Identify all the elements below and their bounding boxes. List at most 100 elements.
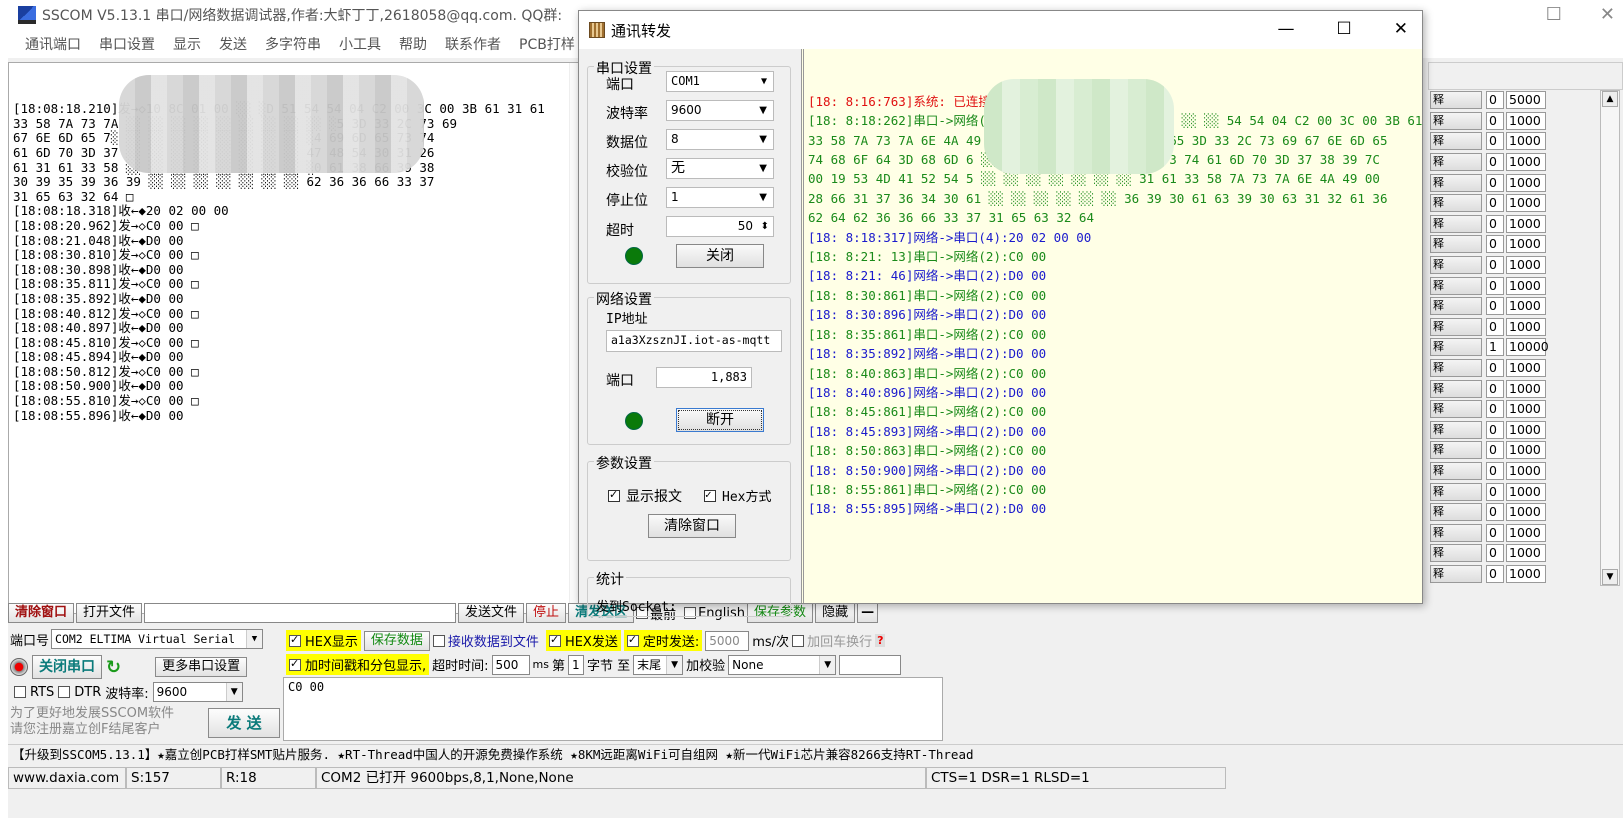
menu-item-multi-string[interactable]: 多字符串 (256, 34, 330, 54)
receive-area[interactable]: [18:08:18.210]发→◇10 8C 01 00 ░░ ░D 51 54… (8, 62, 586, 614)
multi-string-order-input[interactable]: 0 (1486, 297, 1504, 316)
menu-item-help[interactable]: 帮助 (390, 34, 436, 54)
byte-from-input[interactable]: 1 (568, 654, 584, 675)
checksum-select[interactable]: None ▼ (728, 654, 837, 675)
multi-string-order-input[interactable]: 0 (1486, 214, 1504, 233)
menu-item-pcb[interactable]: PCB打样 (510, 34, 584, 54)
stop-button[interactable]: 停止 (526, 603, 567, 623)
multi-string-delay-input[interactable]: 1000 (1506, 420, 1546, 439)
multi-string-order-input[interactable]: 0 (1486, 317, 1504, 336)
timeout-input[interactable]: 500 (491, 654, 530, 675)
multi-string-send-button[interactable]: 释 (1430, 441, 1482, 460)
multi-string-delay-input[interactable]: 1000 (1506, 256, 1546, 275)
multi-string-scrollbar[interactable]: ▲ ▼ (1600, 90, 1620, 586)
scroll-down-icon[interactable]: ▼ (1602, 569, 1618, 585)
multi-string-delay-input[interactable]: 1000 (1506, 503, 1546, 522)
multi-string-send-button[interactable]: 释 (1430, 297, 1482, 316)
hex-display-checkbox[interactable] (289, 633, 301, 647)
timed-interval-input[interactable]: 5000 (705, 630, 750, 651)
multi-string-send-button[interactable]: 释 (1430, 111, 1482, 130)
multi-string-order-input[interactable]: 0 (1486, 564, 1504, 583)
multi-string-delay-input[interactable]: 1000 (1506, 523, 1546, 542)
menu-item-serial-settings[interactable]: 串口设置 (90, 34, 164, 54)
dialog-parity-select[interactable]: 无 ▼ (666, 158, 774, 179)
multi-string-delay-input[interactable]: 1000 (1506, 379, 1546, 398)
multi-string-send-button[interactable]: 释 (1430, 461, 1482, 480)
multi-string-order-input[interactable]: 0 (1486, 503, 1504, 522)
multi-string-send-button[interactable]: 释 (1430, 544, 1482, 563)
multi-string-delay-input[interactable]: 1000 (1506, 564, 1546, 583)
multi-string-order-input[interactable]: 0 (1486, 194, 1504, 213)
multi-string-send-button[interactable]: 释 (1430, 153, 1482, 172)
hex-send-checkbox[interactable] (548, 633, 561, 647)
timestamp-checkbox[interactable] (289, 657, 301, 671)
save-data-button[interactable]: 保存数据 (363, 630, 430, 651)
multi-string-order-input[interactable]: 0 (1486, 420, 1504, 439)
multi-string-order-input[interactable]: 0 (1486, 91, 1504, 110)
disconnect-button[interactable]: 断开 (676, 408, 764, 432)
news-ticker[interactable]: 【升级到SSCOM5.13.1】★嘉立创PCB打样SMT贴片服务. ★RT-Th… (8, 744, 1623, 764)
multi-string-order-input[interactable]: 0 (1486, 400, 1504, 419)
multi-string-delay-input[interactable]: 5000 (1506, 91, 1546, 110)
send-input[interactable]: C0 00 (283, 677, 943, 741)
dtr-checkbox[interactable] (58, 686, 71, 698)
dialog-port-select[interactable]: COM1 ▼ (666, 71, 774, 92)
show-packets-checkbox[interactable] (608, 488, 620, 502)
multi-string-order-input[interactable]: 1 (1486, 338, 1504, 357)
multi-string-send-button[interactable]: 释 (1430, 379, 1482, 398)
menu-item-tools[interactable]: 小工具 (330, 34, 390, 54)
clear-window-button[interactable]: 清除窗口 (8, 603, 75, 623)
multi-string-delay-input[interactable]: 1000 (1506, 297, 1546, 316)
net-port-input[interactable]: 1,883 (656, 367, 752, 388)
port-select[interactable]: COM2 ELTIMA Virtual Serial ▼ (51, 629, 264, 649)
dialog-timeout-spinner[interactable]: 50 ⬍ (666, 216, 774, 237)
spinner-icon[interactable]: ⬍ (761, 217, 769, 236)
add-crlf-checkbox[interactable] (792, 634, 805, 647)
menu-item-display[interactable]: 显示 (164, 34, 210, 54)
multi-string-send-button[interactable]: 释 (1430, 173, 1482, 192)
ip-input[interactable]: a1a3XzsznJI.iot-as-mqtt (606, 330, 782, 352)
multi-string-order-input[interactable]: 0 (1486, 256, 1504, 275)
multi-string-send-button[interactable]: 释 (1430, 235, 1482, 254)
multi-string-delay-input[interactable]: 1000 (1506, 461, 1546, 480)
multi-string-send-button[interactable]: 释 (1430, 503, 1482, 522)
maximize-button[interactable]: ☐ (1546, 4, 1562, 25)
open-file-button[interactable]: 打开文件 (76, 603, 143, 623)
timed-send-checkbox[interactable] (626, 633, 639, 647)
multi-string-delay-input[interactable]: 1000 (1506, 132, 1546, 151)
collapse-button[interactable]: — (857, 603, 879, 623)
multi-string-send-button[interactable]: 释 (1430, 420, 1482, 439)
multi-string-delay-input[interactable]: 1000 (1506, 544, 1546, 563)
dialog-clear-window-button[interactable]: 清除窗口 (648, 514, 736, 538)
refresh-icon[interactable]: ↻ (106, 657, 121, 678)
multi-string-order-input[interactable]: 0 (1486, 461, 1504, 480)
dialog-stopbits-select[interactable]: 1 ▼ (666, 187, 774, 208)
multi-string-delay-input[interactable]: 1000 (1506, 359, 1546, 378)
dialog-baud-select[interactable]: 9600 ▼ (666, 100, 774, 121)
multi-string-send-button[interactable]: 释 (1430, 564, 1482, 583)
baud-select[interactable]: 9600 ▼ (152, 682, 243, 702)
maximize-button[interactable]: ☐ (1337, 19, 1352, 39)
close-button[interactable]: ✕ (1394, 19, 1408, 39)
multi-string-send-button[interactable]: 释 (1430, 338, 1482, 357)
multi-string-send-button[interactable]: 释 (1430, 256, 1482, 275)
multi-string-order-input[interactable]: 0 (1486, 379, 1504, 398)
menu-item-contact[interactable]: 联系作者 (436, 34, 510, 54)
menu-item-send[interactable]: 发送 (210, 34, 256, 54)
multi-string-send-button[interactable]: 释 (1430, 132, 1482, 151)
serial-close-button[interactable]: 关闭 (676, 244, 764, 268)
rts-checkbox[interactable] (14, 686, 26, 698)
multi-string-order-input[interactable]: 0 (1486, 111, 1504, 130)
more-serial-settings-button[interactable]: 更多串口设置 (155, 657, 248, 677)
multi-string-order-input[interactable]: 0 (1486, 441, 1504, 460)
multi-string-order-input[interactable]: 0 (1486, 482, 1504, 501)
multi-string-send-button[interactable]: 释 (1430, 317, 1482, 336)
multi-string-delay-input[interactable]: 1000 (1506, 214, 1546, 233)
help-icon[interactable]: ? (875, 634, 886, 647)
multi-string-send-button[interactable]: 释 (1430, 400, 1482, 419)
checksum-extra-input[interactable] (839, 654, 902, 675)
multi-string-order-input[interactable]: 0 (1486, 276, 1504, 295)
multi-string-send-button[interactable]: 释 (1430, 482, 1482, 501)
hide-button[interactable]: 隐藏 (815, 603, 856, 623)
close-port-button[interactable]: 关闭串口 (32, 655, 102, 679)
